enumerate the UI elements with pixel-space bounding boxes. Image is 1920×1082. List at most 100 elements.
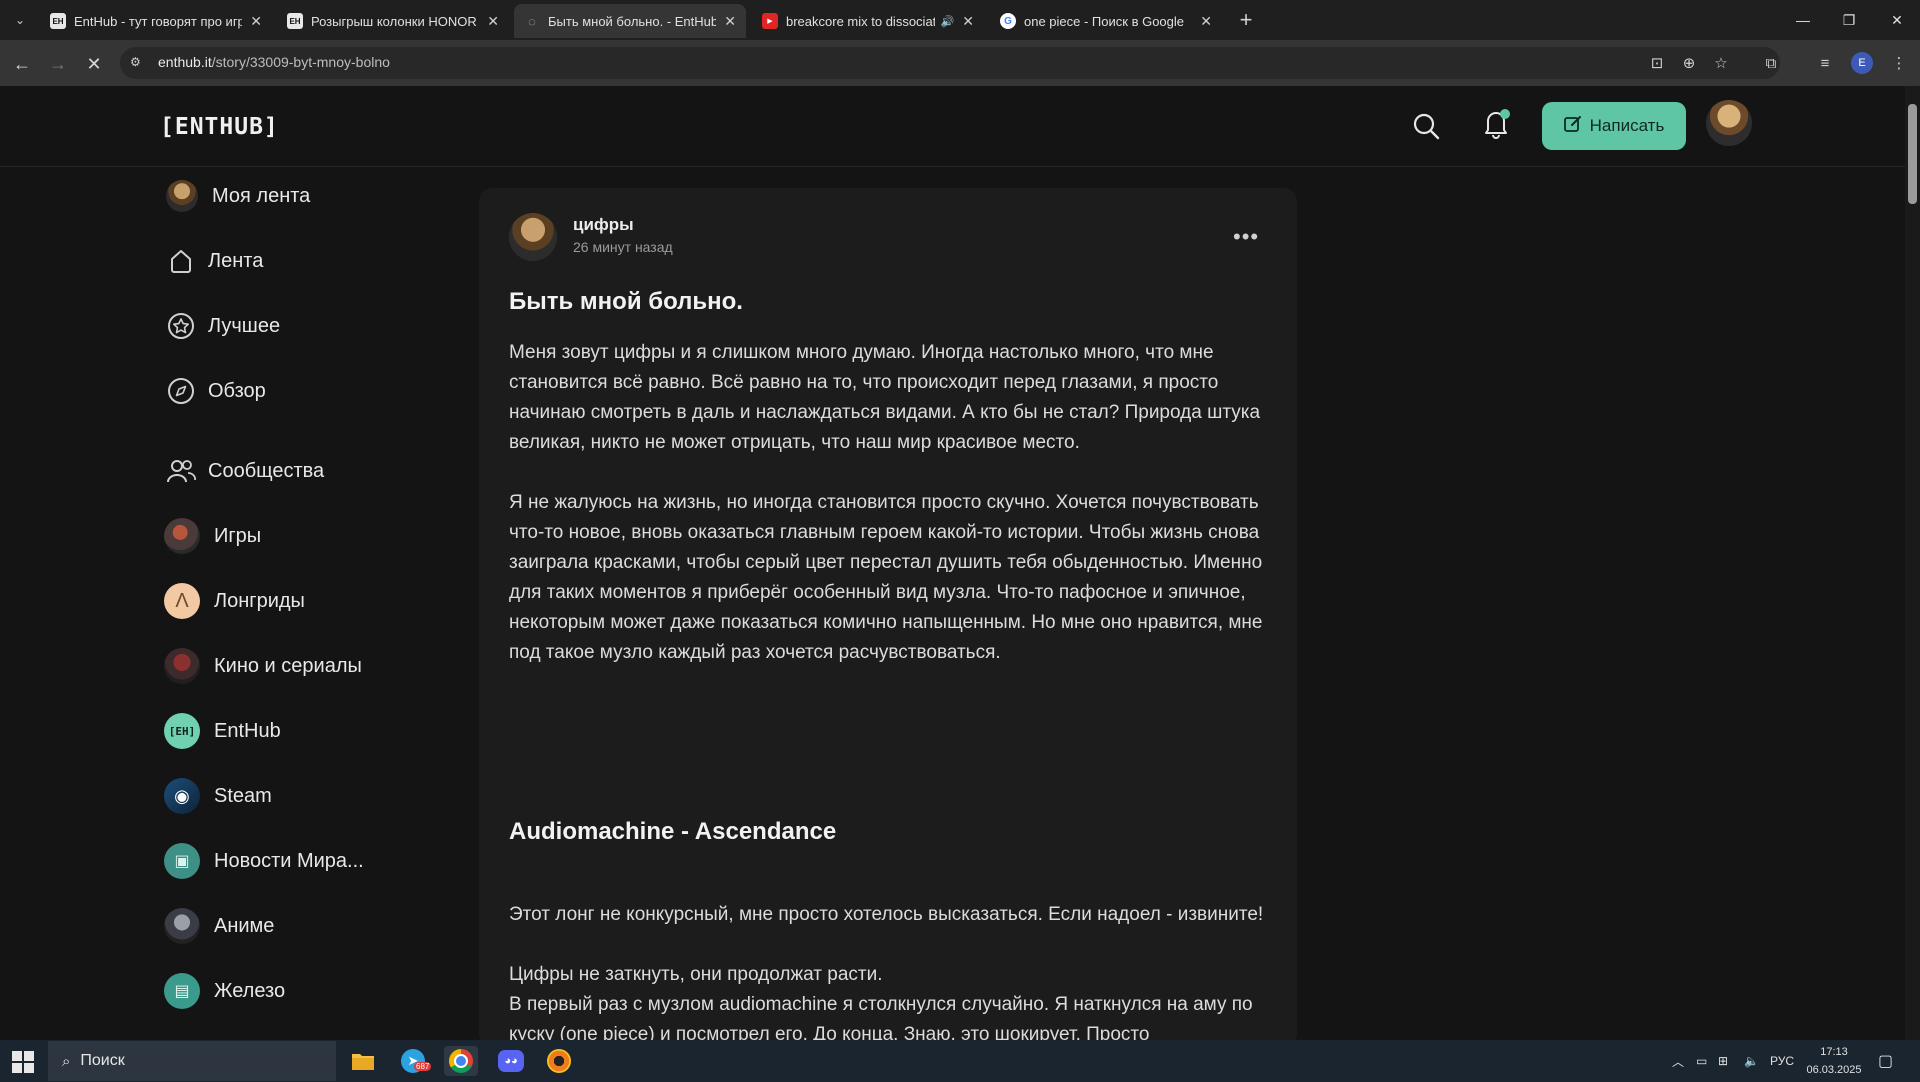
profile-avatar[interactable]: E <box>1851 52 1873 74</box>
sidebar-item-world-news[interactable]: ▣ Новости Мира... <box>164 841 364 881</box>
bookmark-star-icon[interactable]: ☆ <box>1708 50 1734 76</box>
sidebar-item-anime[interactable]: Аниме <box>164 906 274 946</box>
more-options-icon[interactable]: ••• <box>1233 224 1259 250</box>
browser-tab-honor[interactable]: EH Розыгрыш колонки HONOR от ✕ <box>277 4 509 38</box>
network-icon[interactable]: ⊞ <box>1718 1040 1728 1082</box>
minimize-button[interactable]: — <box>1780 0 1826 40</box>
clock-time: 17:13 <box>1820 1046 1848 1058</box>
sidebar-item-feed[interactable]: Лента <box>166 241 263 281</box>
volume-icon[interactable]: 🔈 <box>1744 1040 1759 1082</box>
avatar <box>164 648 200 684</box>
stop-loading-button[interactable]: ✕ <box>80 50 108 78</box>
sidebar-item-label: Моя лента <box>212 184 311 207</box>
site-logo[interactable]: [ENTHUB] <box>160 114 279 140</box>
star-icon <box>166 311 196 341</box>
notifications-icon[interactable]: ▢ <box>1878 1040 1893 1082</box>
sidebar-item-label: Steam <box>214 784 272 807</box>
back-button[interactable]: ← <box>8 50 36 78</box>
google-favicon-icon: G <box>1000 13 1016 29</box>
browser-menu-icon[interactable]: ⋮ <box>1886 50 1912 76</box>
page-scrollbar[interactable] <box>1905 86 1920 1040</box>
new-tab-button[interactable]: + <box>1232 6 1260 34</box>
clock-date: 06.03.2025 <box>1806 1064 1862 1076</box>
site-info-icon[interactable]: ⚙ <box>130 55 146 71</box>
write-post-label: Написать <box>1589 116 1665 135</box>
tab-search-chevron-icon[interactable]: ⌄ <box>8 8 32 32</box>
post-card: цифры 26 минут назад ••• Быть мной больн… <box>479 188 1297 1048</box>
author-name[interactable]: цифры <box>573 215 634 235</box>
zoom-icon[interactable]: ⊕ <box>1676 50 1702 76</box>
browser-tab-enthub[interactable]: EH EntHub - тут говорят про игры ✕ <box>40 4 272 38</box>
post-paragraph: Цифры не заткнуть, они продолжат расти. <box>509 964 883 985</box>
app-fire-icon[interactable] <box>542 1046 576 1076</box>
compass-icon <box>166 376 196 406</box>
extensions-icon[interactable]: ⧉ <box>1758 50 1784 76</box>
home-icon <box>166 246 196 276</box>
tab-title: Быть мной больно. - EntHub <box>548 13 717 29</box>
address-bar[interactable]: ⚙ enthub.it/story/33009-byt-mnoy-bolno <box>120 47 1780 79</box>
media-control-icon[interactable]: ≡ <box>1812 50 1838 76</box>
post-paragraph: Я не жалуюсь на жизнь, но иногда станови… <box>509 492 1263 663</box>
tab-close-icon[interactable]: ✕ <box>1200 13 1212 30</box>
browser-tab-active-story[interactable]: ◌ Быть мной больно. - EntHub ✕ <box>514 4 746 38</box>
sidebar-item-enthub[interactable]: [EH] EntHub <box>164 711 281 751</box>
edit-icon <box>1563 115 1582 138</box>
notification-bell-icon[interactable] <box>1480 108 1512 140</box>
search-icon[interactable] <box>1410 110 1442 142</box>
browser-tab-google[interactable]: G one piece - Поиск в Google ✕ <box>990 4 1222 38</box>
sidebar-item-label: Железо <box>214 979 286 1002</box>
file-explorer-icon[interactable] <box>346 1046 380 1076</box>
avatar: ▣ <box>164 843 200 879</box>
tab-close-icon[interactable]: ✕ <box>250 13 262 30</box>
forward-button[interactable]: → <box>44 50 72 78</box>
sidebar-item-label: Лента <box>208 249 264 272</box>
avatar <box>164 908 200 944</box>
sidebar-item-steam[interactable]: ◉ Steam <box>164 776 272 816</box>
tab-title: one piece - Поиск в Google <box>1024 13 1185 29</box>
sidebar-item-longreads[interactable]: Λ Лонгриды <box>164 581 305 621</box>
browser-tab-youtube[interactable]: ▶ breakcore mix to dissociate 🔊 ✕ <box>752 4 984 38</box>
sidebar-item-movies[interactable]: Кино и сериалы <box>164 646 362 686</box>
windows-start-icon[interactable] <box>12 1051 34 1073</box>
sidebar-item-best[interactable]: Лучшее <box>166 306 280 346</box>
avatar: Λ <box>164 583 200 619</box>
chrome-icon[interactable] <box>444 1046 478 1076</box>
taskbar-search-placeholder: Поиск <box>80 1052 125 1069</box>
youtube-favicon-icon: ▶ <box>762 13 778 29</box>
sidebar-item-label: Аниме <box>214 914 275 937</box>
taskbar-search-box[interactable]: ⌕ Поиск <box>48 1041 336 1081</box>
user-avatar[interactable] <box>1706 100 1752 146</box>
telegram-icon[interactable]: ➤ 687 <box>396 1046 432 1076</box>
sidebar-item-games[interactable]: Игры <box>164 516 261 556</box>
loading-globe-icon: ◌ <box>528 13 536 29</box>
sidebar-item-communities[interactable]: Сообщества <box>166 451 324 491</box>
people-icon <box>166 456 196 486</box>
language-indicator[interactable]: РУС <box>1770 1040 1794 1082</box>
tab-close-icon[interactable]: ✕ <box>724 13 736 30</box>
sidebar-item-label: Лучшее <box>208 314 281 337</box>
telegram-badge: 687 <box>414 1062 432 1071</box>
avatar: ▤ <box>164 973 200 1009</box>
write-post-button[interactable]: Написать <box>1542 102 1686 150</box>
search-icon: ⌕ <box>62 1052 71 1070</box>
scrollbar-thumb[interactable] <box>1908 104 1917 204</box>
sidebar-item-label: Кино и сериалы <box>214 654 362 677</box>
system-clock[interactable]: 17:13 06.03.2025 <box>1806 1043 1862 1079</box>
sidebar-item-hardware[interactable]: ▤ Железо <box>164 971 285 1011</box>
restore-button[interactable]: ❐ <box>1826 0 1872 40</box>
meet-icon[interactable]: ▭ <box>1696 1040 1707 1082</box>
tab-close-icon[interactable]: ✕ <box>487 13 499 30</box>
tab-title: Розыгрыш колонки HONOR от <box>311 13 480 29</box>
sidebar-item-my-feed[interactable]: Моя лента <box>166 176 310 216</box>
sidebar-item-label: Лонгриды <box>214 589 305 612</box>
sidebar-item-overview[interactable]: Обзор <box>166 371 266 411</box>
author-avatar[interactable] <box>509 213 557 261</box>
discord-icon[interactable]: ◕◕ <box>494 1046 528 1076</box>
sidebar-item-label: Игры <box>214 524 262 547</box>
close-window-button[interactable]: ✕ <box>1874 0 1920 40</box>
speaker-icon[interactable]: 🔊 <box>941 15 955 28</box>
url-text: enthub.it/story/33009-byt-mnoy-bolno <box>158 54 390 70</box>
install-app-icon[interactable]: ⊡ <box>1644 50 1670 76</box>
tray-chevron-icon[interactable]: ︿ <box>1672 1040 1684 1082</box>
tab-close-icon[interactable]: ✕ <box>962 13 974 30</box>
